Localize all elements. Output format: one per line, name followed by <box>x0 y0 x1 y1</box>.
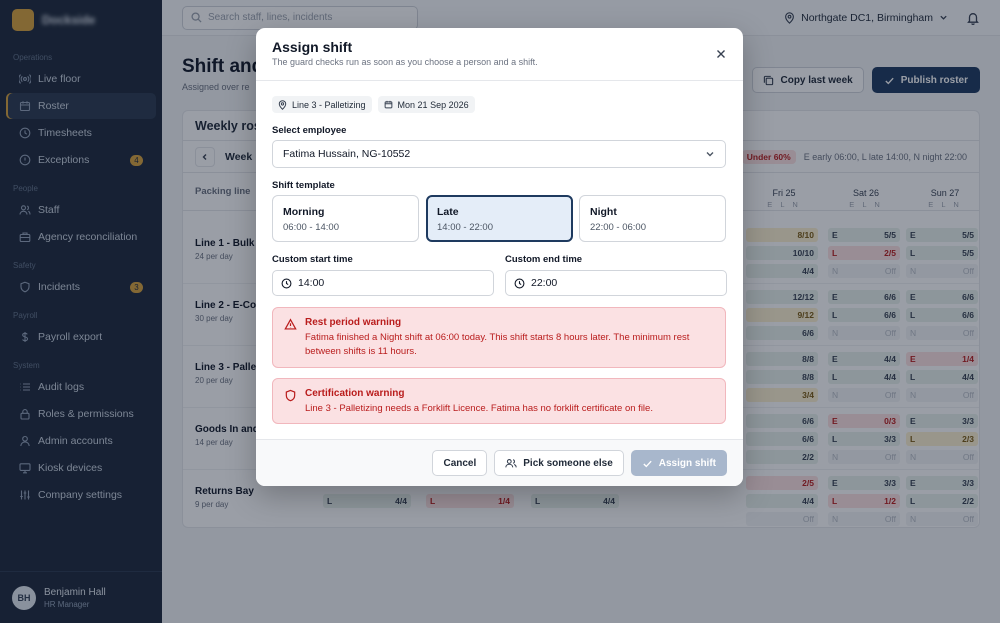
location-chip: Line 3 - Palletizing <box>272 96 372 113</box>
modal-header: Assign shift The guard checks run as soo… <box>256 28 743 81</box>
template-time: 22:00 - 06:00 <box>590 222 646 233</box>
map-pin-icon <box>278 99 287 110</box>
end-time-label: Custom end time <box>505 254 583 265</box>
shift-template-label: Shift template <box>272 180 335 191</box>
clock-icon <box>514 278 525 288</box>
template-night[interactable]: Night 22:00 - 06:00 <box>579 195 726 242</box>
end-time-input[interactable]: 22:00 <box>505 270 727 296</box>
employee-select[interactable]: Fatima Hussain, NG-10552 <box>272 140 726 168</box>
certification-warning: Certification warning Line 3 - Palletizi… <box>272 378 726 424</box>
modal-title: Assign shift <box>272 39 353 55</box>
modal-subtitle: The guard checks run as soon as you choo… <box>272 57 538 67</box>
rest-warning-body: Fatima finished a Night shift at 06:00 t… <box>305 332 690 357</box>
end-time-value: 22:00 <box>531 277 558 289</box>
calendar-icon <box>384 100 392 109</box>
employee-label: Select employee <box>272 125 347 136</box>
assign-shift-button[interactable]: Assign shift <box>630 450 727 476</box>
rest-warning-title: Rest period warning <box>305 317 402 328</box>
date-chip: Mon 21 Sep 2026 <box>377 96 475 113</box>
users-icon <box>505 458 517 467</box>
template-name: Morning <box>283 206 325 218</box>
cancel-label: Cancel <box>443 457 477 469</box>
assign-shift-modal: Assign shift The guard checks run as soo… <box>256 28 743 486</box>
clock-icon <box>281 278 292 288</box>
start-time-label: Custom start time <box>272 254 353 265</box>
start-time-value: 14:00 <box>298 277 325 289</box>
template-morning[interactable]: Morning 06:00 - 14:00 <box>272 195 419 242</box>
template-name: Late <box>437 206 459 218</box>
check-icon <box>643 460 652 467</box>
cert-warning-body: Line 3 - Palletizing needs a Forklift Li… <box>305 403 653 414</box>
pick-someone-else-label: Pick someone else <box>523 457 613 469</box>
shield-icon <box>285 389 296 402</box>
rest-period-warning: Rest period warning Fatima finished a Ni… <box>272 307 726 368</box>
template-name: Night <box>590 206 617 218</box>
pick-someone-else-button[interactable]: Pick someone else <box>494 450 624 476</box>
cancel-button[interactable]: Cancel <box>432 450 488 476</box>
location-chip-label: Line 3 - Palletizing <box>292 99 366 110</box>
employee-value: Fatima Hussain, NG-10552 <box>283 148 411 160</box>
chevron-down-icon <box>706 152 714 157</box>
template-late[interactable]: Late 14:00 - 22:00 <box>426 195 573 242</box>
template-time: 14:00 - 22:00 <box>437 222 493 233</box>
modal-footer: Cancel Pick someone else Assign shift <box>256 439 743 486</box>
start-time-input[interactable]: 14:00 <box>272 270 494 296</box>
template-time: 06:00 - 14:00 <box>283 222 339 233</box>
close-icon[interactable] <box>715 48 727 60</box>
assign-shift-label: Assign shift <box>658 457 716 469</box>
cert-warning-title: Certification warning <box>305 388 405 399</box>
warning-triangle-icon <box>284 318 297 330</box>
context-chips: Line 3 - Palletizing Mon 21 Sep 2026 <box>272 96 475 113</box>
date-chip-label: Mon 21 Sep 2026 <box>397 99 469 110</box>
